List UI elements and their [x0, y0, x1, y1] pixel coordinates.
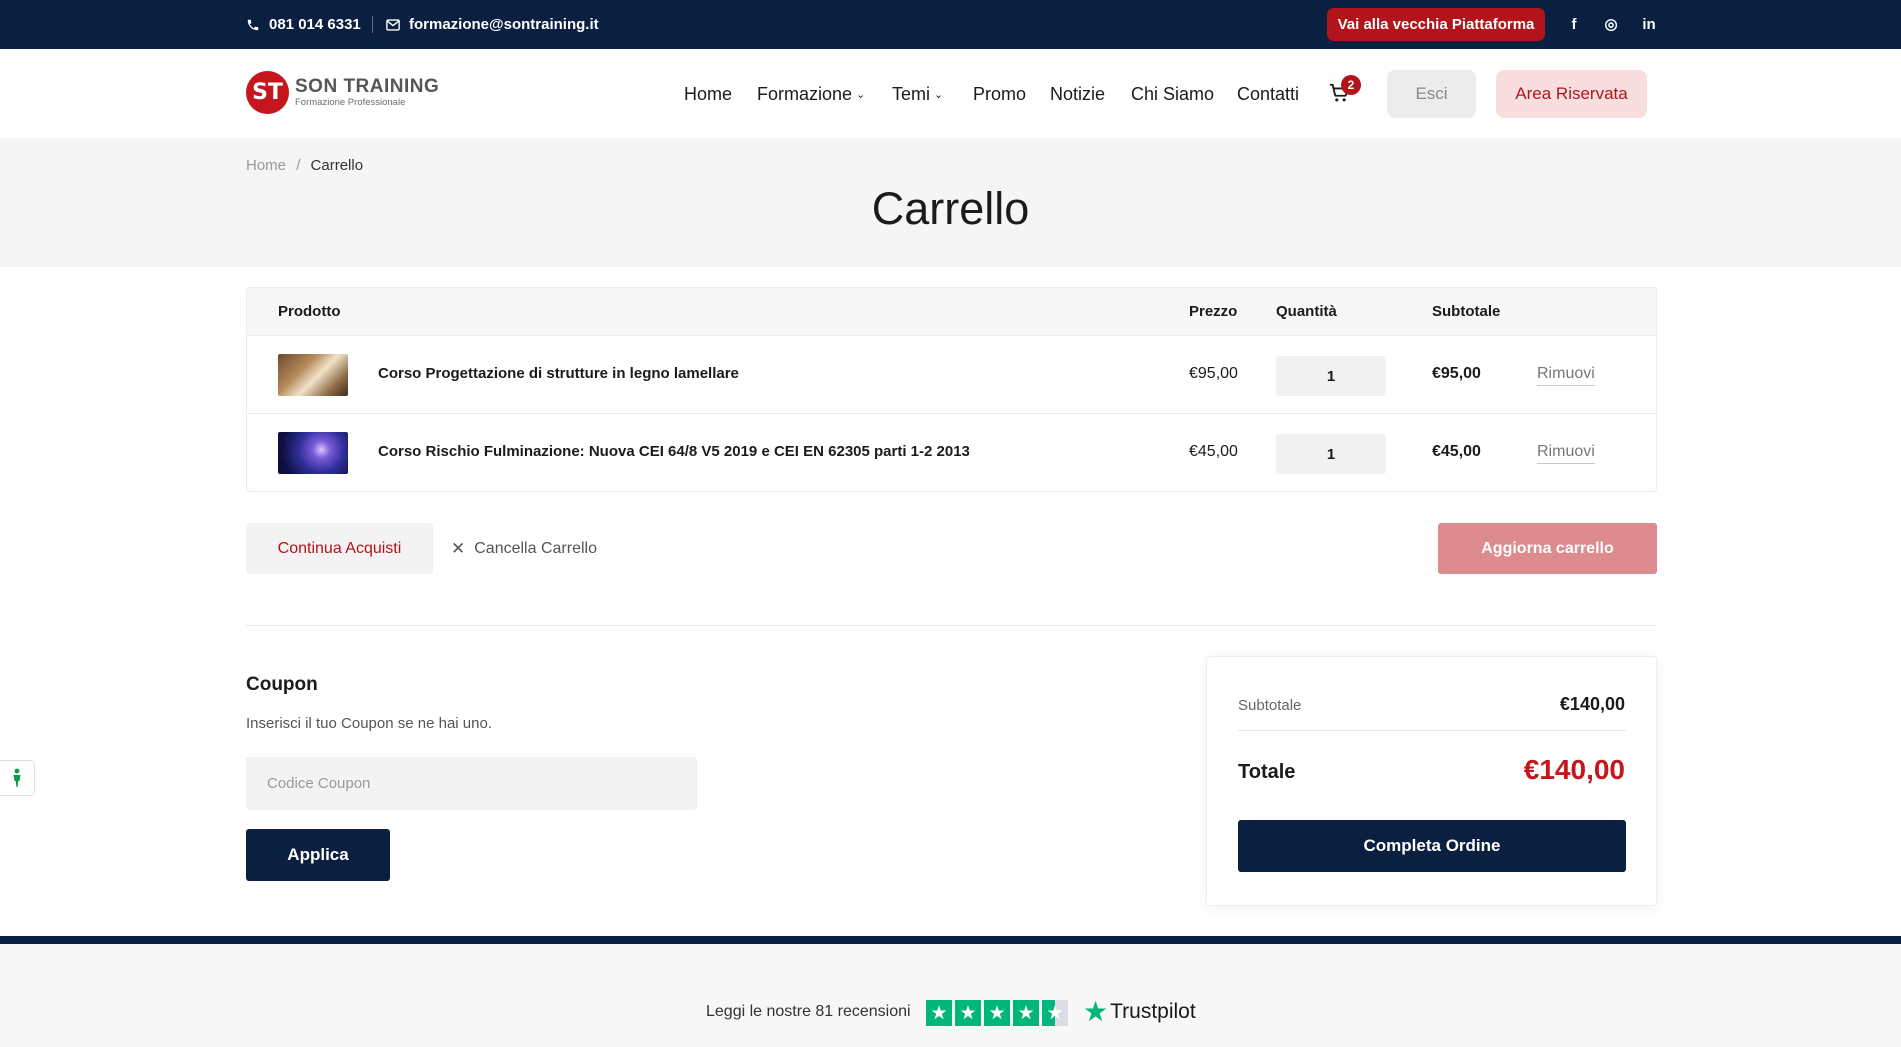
page-title: Carrello [871, 183, 1030, 234]
logout-button[interactable]: Esci [1387, 70, 1476, 118]
star-icon: ★ [926, 1000, 952, 1026]
phone-link[interactable]: 081 014 6331 [246, 0, 361, 49]
chevron-down-icon: ⌄ [856, 88, 866, 101]
nav-contatti[interactable]: Contatti [1237, 80, 1299, 108]
product-price: €95,00 [1189, 365, 1238, 382]
nav-temi[interactable]: Temi ⌄ [892, 80, 943, 108]
header-quantity: Quantità [1276, 303, 1337, 320]
totals-subtotal-value: €140,00 [1559, 694, 1625, 714]
reserved-area-button[interactable]: Area Riservata [1496, 70, 1647, 118]
nav-notizie[interactable]: Notizie [1050, 80, 1105, 108]
trustpilot-star-icon: ★ [1083, 996, 1109, 1027]
coupon-description: Inserisci il tuo Coupon se ne hai uno. [246, 715, 492, 732]
totals-total-label: Totale [1238, 761, 1296, 783]
logo-brand: SON TRAINING [295, 75, 440, 97]
linkedin-icon[interactable]: in [1638, 13, 1660, 35]
star-icon: ★ [955, 1000, 981, 1026]
remove-item-link[interactable]: Rimuovi [1537, 365, 1595, 386]
cart-count-badge: 2 [1341, 75, 1361, 95]
accessibility-icon [13, 768, 21, 787]
cart-row: Corso Progettazione di strutture in legn… [247, 336, 1656, 414]
trustpilot-logo[interactable]: ★ Trustpilot [1083, 998, 1196, 1026]
totals-total-value: €140,00 [1523, 754, 1625, 785]
coupon-code-input[interactable] [246, 757, 697, 810]
instagram-icon[interactable]: ◎ [1600, 13, 1622, 35]
product-thumbnail[interactable] [278, 432, 348, 474]
topbar-divider [372, 16, 373, 33]
update-cart-button[interactable]: Aggiorna carrello [1438, 523, 1657, 574]
apply-coupon-button[interactable]: Applica [246, 829, 390, 881]
header-price: Prezzo [1189, 303, 1238, 320]
breadcrumb-current: Carrello [310, 157, 364, 174]
accessibility-widget-button[interactable] [0, 760, 35, 796]
logo-tagline: Formazione Professionale [295, 96, 406, 108]
reviews-link[interactable]: Leggi le nostre 81 recensioni [706, 1003, 911, 1021]
site-logo[interactable]: ST SON TRAINING Formazione Professionale [246, 71, 439, 114]
trustpilot-label: Trustpilot [1110, 1000, 1196, 1023]
header-product: Prodotto [278, 303, 341, 320]
star-icon: ★ [984, 1000, 1010, 1026]
product-price: €45,00 [1189, 443, 1238, 460]
coupon-title: Coupon [246, 674, 318, 695]
cart-table-header: Prodotto Prezzo Quantità Subtotale [247, 288, 1656, 336]
facebook-icon[interactable]: f [1563, 13, 1585, 35]
quantity-input[interactable]: 1 [1276, 356, 1386, 396]
nav-chi-siamo[interactable]: Chi Siamo [1131, 80, 1214, 108]
totals-subtotal-label: Subtotale [1238, 697, 1302, 714]
close-icon: ✕ [451, 538, 466, 558]
complete-order-button[interactable]: Completa Ordine [1238, 820, 1626, 872]
product-subtotal: €95,00 [1432, 365, 1481, 382]
email-address: formazione@sontraining.it [409, 16, 599, 33]
header-subtotal: Subtotale [1432, 303, 1501, 320]
product-thumbnail[interactable] [278, 354, 348, 396]
quantity-input[interactable]: 1 [1276, 434, 1386, 474]
phone-number: 081 014 6331 [269, 16, 361, 33]
product-name[interactable]: Corso Progettazione di strutture in legn… [378, 365, 739, 382]
clear-cart-button[interactable]: ✕ Cancella Carrello [451, 523, 597, 574]
remove-item-link[interactable]: Rimuovi [1537, 443, 1595, 464]
nav-promo[interactable]: Promo [973, 80, 1026, 108]
section-divider [246, 625, 1657, 626]
nav-home[interactable]: Home [684, 80, 732, 108]
phone-icon [247, 19, 259, 30]
breadcrumb: Home / Carrello [246, 157, 363, 174]
footer [0, 944, 1901, 1047]
old-platform-button[interactable]: Vai alla vecchia Piattaforma [1327, 8, 1545, 41]
email-link[interactable]: formazione@sontraining.it [386, 0, 599, 49]
footer-top-border [0, 936, 1901, 944]
nav-formazione-label: Formazione [757, 83, 853, 104]
top-bar: 081 014 6331 formazione@sontraining.it V… [0, 0, 1901, 49]
star-icon: ★ [1013, 1000, 1039, 1026]
trustpilot-rating[interactable]: ★ ★ ★ ★ ★ [926, 1000, 1071, 1026]
cart-totals-box: Subtotale €140,00 Totale €140,00 Complet… [1206, 656, 1657, 906]
clear-cart-label: Cancella Carrello [474, 539, 597, 557]
cart-row: Corso Rischio Fulminazione: Nuova CEI 64… [247, 414, 1656, 492]
totals-divider [1238, 730, 1626, 731]
breadcrumb-separator: / [296, 157, 301, 174]
star-half-icon: ★ [1042, 1000, 1068, 1026]
continue-shopping-button[interactable]: Continua Acquisti [246, 523, 433, 574]
product-subtotal: €45,00 [1432, 443, 1481, 460]
cart-table: Prodotto Prezzo Quantità Subtotale Corso… [246, 287, 1657, 492]
logo-mark: ST [246, 71, 289, 114]
chevron-down-icon: ⌄ [934, 88, 944, 101]
mail-icon [386, 18, 400, 31]
breadcrumb-home[interactable]: Home [246, 157, 286, 174]
product-name[interactable]: Corso Rischio Fulminazione: Nuova CEI 64… [378, 443, 970, 460]
nav-formazione[interactable]: Formazione ⌄ [757, 80, 865, 108]
nav-temi-label: Temi [892, 83, 931, 104]
